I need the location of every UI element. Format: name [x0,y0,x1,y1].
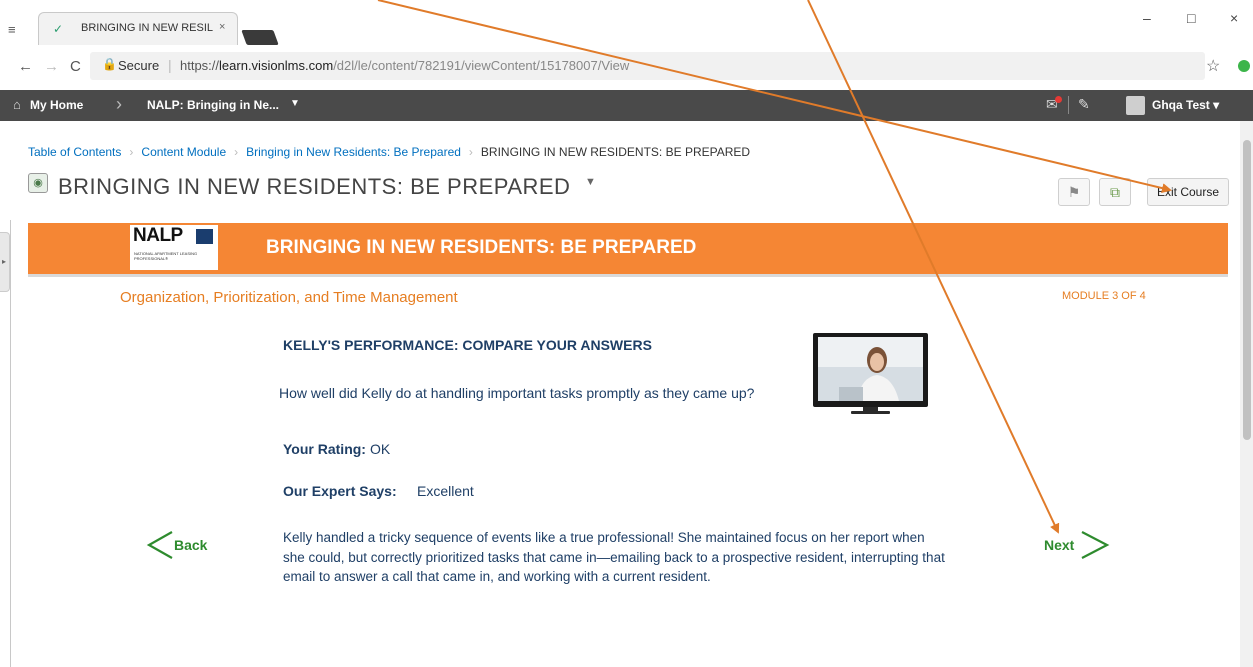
breadcrumb-content-module[interactable]: Content Module [141,145,226,159]
expert-says-value: Excellent [417,483,474,499]
page-title: BRINGING IN NEW RESIDENTS: BE PREPARED [58,174,571,199]
extension-icon[interactable] [1238,60,1250,72]
breadcrumb-topic[interactable]: Bringing in New Residents: Be Prepared [246,145,461,159]
expert-says-label: Our Expert Says: [283,483,397,499]
scrollbar-thumb[interactable] [1243,140,1251,440]
banner-title: BRINGING IN NEW RESIDENTS: BE PREPARED [266,237,697,258]
minimize-icon[interactable]: – [1143,10,1151,26]
logo-mark-icon [196,229,213,244]
reload-icon[interactable]: C [70,58,81,75]
browser-tab[interactable]: ✓ BRINGING IN NEW RESIL × [38,12,238,45]
chevron-down-icon[interactable]: ▼ [290,98,300,109]
question-heading: KELLY'S PERFORMANCE: COMPARE YOUR ANSWER… [283,337,652,353]
avatar[interactable] [1126,96,1145,115]
next-arrow-icon [1081,531,1110,559]
maximize-icon[interactable]: □ [1187,10,1195,26]
browser-chrome: ≡ ✓ BRINGING IN NEW RESIL × – □ × ← → C … [0,0,1253,90]
home-icon[interactable]: ⌂ [13,97,21,112]
messages-icon[interactable]: ✎ [1078,96,1090,113]
favicon-icon: ✓ [53,22,64,36]
module-progress-label: MODULE 3 OF 4 [1062,290,1146,302]
bookmark-icon: ⚑ [1067,184,1081,200]
url-scheme: https:// [180,58,220,73]
question-text: How well did Kelly do at handling import… [279,385,755,401]
user-menu[interactable]: Ghqa Test ▾ [1152,98,1219,112]
tab-menu-icon[interactable]: ≡ [8,22,24,38]
my-home-link[interactable]: My Home [30,98,83,112]
course-frame [10,220,1240,667]
back-label: Back [174,537,208,553]
notification-dot [1055,96,1062,103]
forward-arrow-icon[interactable]: → [44,58,59,75]
back-button[interactable]: Back [146,528,226,562]
course-selector[interactable]: NALP: Bringing in Ne... [147,98,279,112]
logo-subtext: NATIONAL APARTMENT LEASING PROFESSIONAL® [134,251,198,261]
back-arrow-icon [146,531,173,559]
tab-strip: ≡ ✓ BRINGING IN NEW RESIL × – □ × [0,0,1253,45]
logo-text: NALP [133,225,183,246]
url-text[interactable]: https://learn.visionlms.com/d2l/le/conte… [180,58,629,73]
bookmark-star-icon[interactable]: ☆ [1206,56,1220,76]
exit-course-button[interactable]: Exit Course [1147,178,1229,206]
tab-close-icon[interactable]: × [219,21,225,33]
breadcrumb-current: BRINGING IN NEW RESIDENTS: BE PREPARED [480,145,751,159]
next-label: Next [1044,537,1075,553]
breadcrumb: Table of Contents › Content Module › Bringin… [28,145,750,159]
navbar-divider [1068,96,1069,114]
lock-icon: 🔒 [102,57,117,71]
tab-title: BRINGING IN NEW RESIL [81,22,213,34]
breadcrumb-separator: › [468,145,473,159]
chevron-right-icon: › [116,94,122,114]
section-title: Organization, Prioritization, and Time M… [120,289,458,306]
breadcrumb-separator: › [234,145,239,159]
omnibox-divider: | [168,57,172,73]
topic-type-icon: ◉ [28,173,48,193]
url-path: /d2l/le/content/782191/viewContent/15178… [333,58,630,73]
breadcrumb-table-of-contents[interactable]: Table of Contents [28,145,121,159]
new-tab-button[interactable] [241,30,279,45]
next-button[interactable]: Next [1040,528,1120,562]
close-window-icon[interactable]: × [1230,10,1238,26]
secure-label: Secure [118,58,160,73]
user-name: Ghqa Test [1152,98,1210,112]
fullscreen-button[interactable]: ⧉ [1099,178,1131,206]
banner-divider [28,274,1228,277]
open-in-new-window-icon: ⧉ [1110,184,1120,200]
url-host: learn.visionlms.com [219,58,334,73]
back-arrow-icon[interactable]: ← [18,58,33,75]
presenter-tv-image [813,333,928,414]
breadcrumb-separator: › [129,145,134,159]
bookmark-button[interactable]: ⚑ [1058,178,1090,206]
your-rating-value: OK [370,441,391,457]
your-rating-label: Your Rating: [283,441,366,457]
expand-arrow-icon[interactable]: ▸ [2,257,6,266]
title-menu-chevron-icon[interactable]: ▼ [585,176,596,188]
feedback-text: Kelly handled a tricky sequence of event… [283,530,945,584]
